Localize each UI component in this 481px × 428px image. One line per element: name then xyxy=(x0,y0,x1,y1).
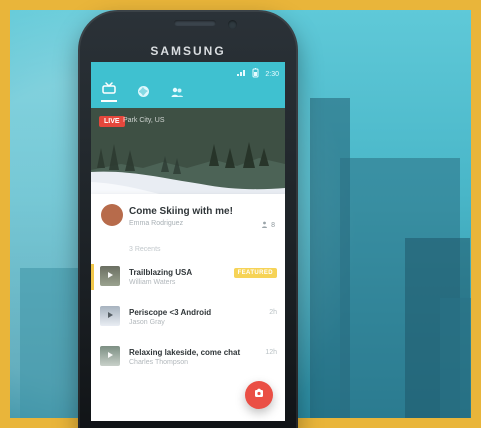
list-item[interactable]: Relaxing lakeside, come chat Charles Tho… xyxy=(91,338,285,376)
list-item-user: Jason Gray xyxy=(129,319,165,326)
device-brand: SAMSUNG xyxy=(150,44,226,58)
building xyxy=(440,298,471,418)
stream-user: Emma Rodriguez xyxy=(129,220,184,227)
recents-list: 3 Recents Trailblazing USA William Water… xyxy=(91,238,285,421)
live-badge: LIVE xyxy=(99,116,125,127)
list-item[interactable]: Trailblazing USA William Waters FEATURED xyxy=(91,258,285,296)
tab-tv[interactable] xyxy=(101,82,117,102)
list-item-title: Trailblazing USA xyxy=(129,268,193,277)
status-bar: 2:30 xyxy=(236,68,279,80)
tab-people[interactable] xyxy=(169,86,185,102)
person-icon xyxy=(261,221,268,230)
list-item-time: 12h xyxy=(265,349,277,356)
tv-icon xyxy=(102,81,116,99)
list-item-time: 2h xyxy=(269,309,277,316)
status-time: 2:30 xyxy=(265,70,279,78)
go-live-button[interactable] xyxy=(245,381,273,409)
signal-icon xyxy=(236,69,246,79)
play-icon xyxy=(105,347,115,365)
featured-indicator xyxy=(91,264,94,290)
list-item-user: William Waters xyxy=(129,279,176,286)
globe-icon xyxy=(137,85,150,103)
list-item-title: Relaxing lakeside, come chat xyxy=(129,348,241,357)
avatar xyxy=(101,204,123,226)
front-camera xyxy=(228,20,237,29)
stream-location: Park City, US xyxy=(123,117,165,124)
list-item-user: Charles Thompson xyxy=(129,359,189,366)
stream-title: Come Skiing with me! xyxy=(129,206,233,217)
stage: SAMSUNG 2:30 LIVE Park City, US Come Ski… xyxy=(0,0,481,428)
smartphone: SAMSUNG 2:30 LIVE Park City, US Come Ski… xyxy=(78,10,298,428)
top-tabs xyxy=(101,82,185,102)
viewer-count: 8 xyxy=(261,221,275,230)
recents-header: 3 Recents xyxy=(129,246,161,253)
battery-icon xyxy=(252,68,259,80)
list-item[interactable]: Periscope <3 Android Jason Gray 2h xyxy=(91,298,285,336)
list-item-title: Periscope <3 Android xyxy=(129,308,212,317)
featured-badge: FEATURED xyxy=(233,268,277,278)
app-screen: 2:30 LIVE Park City, US Come Skiing with… xyxy=(91,62,285,421)
top-app-bar: 2:30 xyxy=(91,62,285,108)
viewer-count-value: 8 xyxy=(271,222,275,229)
featured-stream-card[interactable]: Come Skiing with me! Emma Rodriguez 8 xyxy=(91,194,285,238)
speaker-grille xyxy=(174,20,216,26)
camera-icon xyxy=(253,386,265,404)
video-thumbnail xyxy=(100,346,120,366)
video-thumbnail xyxy=(100,306,120,326)
tab-global[interactable] xyxy=(135,86,151,102)
people-icon xyxy=(169,85,185,103)
play-icon xyxy=(105,267,115,285)
play-icon xyxy=(105,307,115,325)
video-thumbnail xyxy=(100,266,120,286)
